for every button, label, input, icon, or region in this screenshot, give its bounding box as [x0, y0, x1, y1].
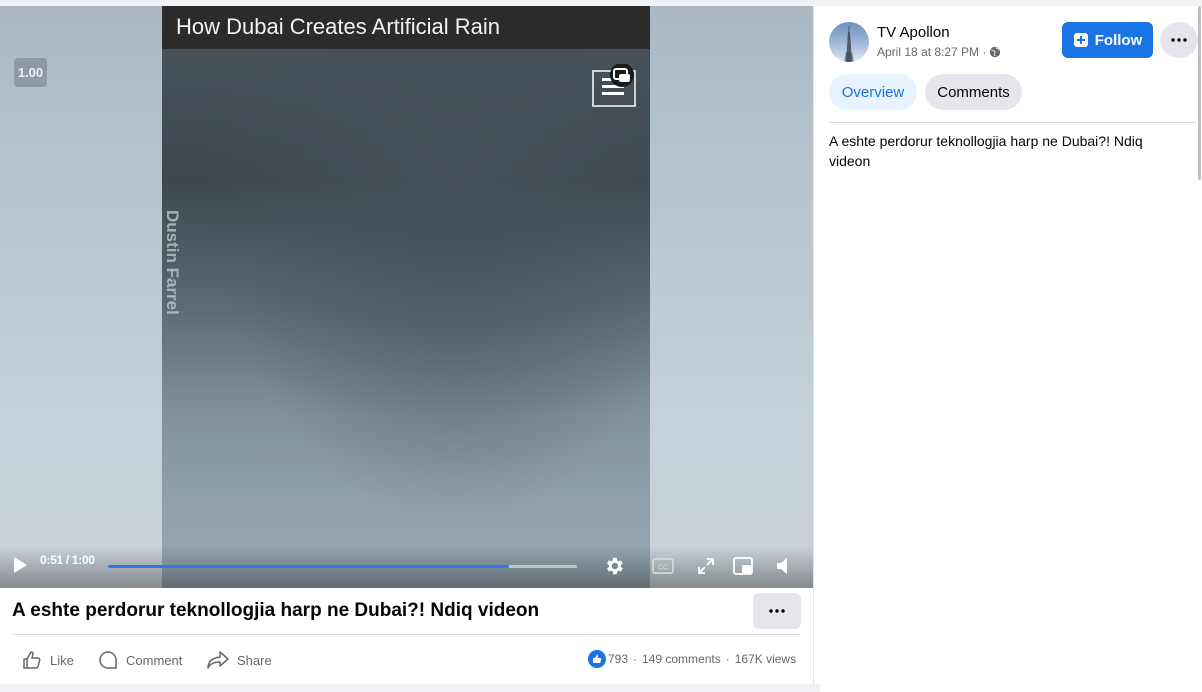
post-stats: 793 · 149 comments · 167K views: [588, 650, 796, 668]
page-name[interactable]: TV Apollon: [877, 24, 950, 41]
playback-speed-badge[interactable]: 1.00: [14, 58, 47, 87]
tab-comments[interactable]: Comments: [925, 74, 1022, 110]
video-time: 0:51 / 1:00: [40, 553, 95, 567]
expand-icon[interactable]: [697, 557, 715, 580]
post-date-text: April 18 at 8:27 PM ·: [877, 45, 987, 59]
page-menu-button[interactable]: [1160, 22, 1198, 58]
watermark-text: Dustin Farrel: [163, 210, 182, 315]
comment-label: Comment: [126, 652, 183, 668]
bottom-border: [0, 684, 820, 692]
follow-plus-icon: [1073, 33, 1088, 47]
video-watermark: Dustin Farrel: [152, 206, 192, 346]
video-player[interactable]: How Dubai Creates Artificial Rain Dustin…: [0, 6, 813, 588]
stats-separator: ·: [725, 652, 730, 666]
video-overlay-title: How Dubai Creates Artificial Rain: [176, 14, 501, 39]
video-frame[interactable]: [162, 6, 650, 588]
panel-scrollbar[interactable]: [1198, 6, 1201, 180]
post-title: A eshte perdorur teknollogjia harp ne Du…: [12, 600, 540, 621]
thumbs-up-icon: [23, 651, 41, 669]
share-icon: [207, 651, 229, 669]
comment-icon: [99, 651, 117, 669]
settings-gear-icon[interactable]: [603, 555, 625, 582]
post-more-button[interactable]: [753, 593, 801, 629]
comment-button[interactable]: Comment: [98, 648, 182, 672]
post-divider: [12, 634, 800, 635]
tab-overview[interactable]: Overview: [829, 74, 917, 110]
like-label: Like: [50, 652, 74, 668]
globe-icon: [990, 46, 1001, 58]
share-button[interactable]: Share: [207, 648, 272, 672]
more-dots-icon: [769, 609, 785, 613]
captions-icon[interactable]: CC: [652, 557, 674, 580]
video-blur-left: [0, 6, 162, 588]
svg-text:CC: CC: [658, 565, 668, 572]
tower-avatar-image: [844, 26, 854, 62]
like-reaction-icon: [588, 650, 606, 668]
video-progress-fill: [108, 565, 509, 568]
view-count: 167K views: [734, 652, 797, 666]
stats-separator: ·: [633, 652, 638, 666]
page-avatar[interactable]: [829, 22, 869, 62]
more-dots-icon: [1171, 38, 1187, 42]
miniplayer-icon[interactable]: [732, 556, 754, 581]
comment-count[interactable]: 149 comments: [642, 652, 721, 666]
reaction-count[interactable]: 793: [608, 652, 628, 666]
panel-divider-line: [829, 122, 1196, 123]
overlay-playlist-icon[interactable]: [592, 63, 636, 108]
panel-divider: [813, 6, 814, 686]
play-icon[interactable]: [12, 556, 28, 579]
post-description: A eshte perdorur teknollogjia harp ne Du…: [829, 133, 1143, 169]
like-button[interactable]: Like: [22, 648, 74, 672]
share-label: Share: [237, 652, 272, 668]
video-blur-right: [650, 6, 813, 588]
volume-icon[interactable]: [775, 556, 793, 581]
follow-button[interactable]: Follow: [1062, 22, 1153, 58]
video-progress-bar[interactable]: [108, 565, 577, 568]
follow-label: Follow: [1094, 31, 1143, 49]
post-date[interactable]: April 18 at 8:27 PM ·: [877, 45, 1001, 59]
